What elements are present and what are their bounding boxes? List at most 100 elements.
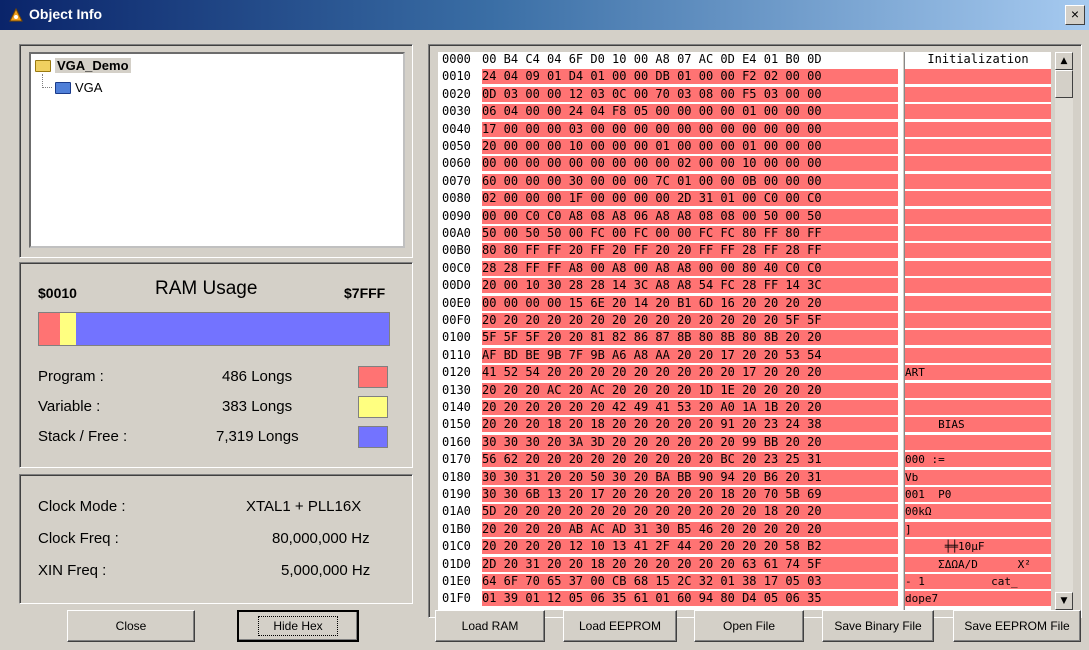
hex-bytes[interactable]: 30 30 6B 13 20 17 20 20 20 20 20 18 20 7… <box>482 487 898 502</box>
ascii-row <box>905 347 1051 363</box>
object-tree[interactable]: VGA_Demo VGA <box>29 52 405 248</box>
close-window-button[interactable]: × <box>1065 5 1085 25</box>
hex-bytes[interactable]: 0D 03 00 00 12 03 0C 00 70 03 08 00 F5 0… <box>482 86 898 102</box>
hex-address: 0020 <box>442 86 471 101</box>
ascii-row <box>905 156 1051 172</box>
save-binary-file-button[interactable]: Save Binary File <box>822 610 934 642</box>
hex-bytes[interactable]: 30 30 30 20 3A 3D 20 20 20 20 20 20 99 B… <box>482 434 898 450</box>
hex-bytes[interactable]: 20 00 00 00 10 00 00 00 01 00 00 00 01 0… <box>482 139 898 154</box>
app-icon <box>9 8 23 22</box>
ascii-row <box>905 191 1051 207</box>
hex-view[interactable]: 0000 00 B4 C4 04 6F D0 10 00 A8 07 AC 0D … <box>438 52 903 610</box>
hex-row: 0110 AF BD BE 9B 7F 9B A6 A8 AA 20 20 17 … <box>438 347 903 363</box>
free-color-swatch <box>358 426 388 448</box>
ascii-row <box>905 382 1051 398</box>
hex-bytes[interactable]: 60 00 00 00 30 00 00 00 7C 01 00 00 0B 0… <box>482 173 898 189</box>
hex-bytes[interactable]: 00 00 00 00 00 00 00 00 00 02 00 00 10 0… <box>482 156 898 172</box>
scroll-down-button[interactable]: ▼ <box>1055 592 1073 610</box>
hex-bytes[interactable]: 2D 20 31 20 20 18 20 20 20 20 20 20 63 6… <box>482 556 898 572</box>
xin-freq-label: XIN Freq : <box>38 562 107 579</box>
hex-address: 01E0 <box>442 574 471 588</box>
hex-bytes[interactable]: 00 00 C0 C0 A8 08 A8 06 A8 A8 08 08 00 5… <box>482 208 898 224</box>
free-label: Stack / Free : <box>38 428 128 445</box>
hex-row: 0060 00 00 00 00 00 00 00 00 00 02 00 00 … <box>438 156 903 172</box>
hex-bytes[interactable]: 00 00 00 00 15 6E 20 14 20 B1 6D 16 20 2… <box>482 295 898 311</box>
folder-icon <box>55 81 71 94</box>
hex-bytes[interactable]: 20 20 20 20 20 20 42 49 41 53 20 A0 1A 1… <box>482 400 898 415</box>
hex-bytes[interactable]: 20 00 10 30 28 28 14 3C A8 A8 54 FC 28 F… <box>482 278 898 294</box>
scroll-up-button[interactable]: ▲ <box>1055 52 1073 70</box>
hex-row: 0080 02 00 00 00 1F 00 00 00 00 2D 31 01 … <box>438 191 903 207</box>
hex-bytes[interactable]: 24 04 09 01 D4 01 00 00 DB 01 00 00 F2 0… <box>482 69 898 85</box>
hex-bytes[interactable]: 50 00 50 50 00 FC 00 FC 00 00 FC FC 80 F… <box>482 226 898 241</box>
clock-mode-label: Clock Mode : <box>38 498 126 515</box>
hex-bytes[interactable]: AF BD BE 9B 7F 9B A6 A8 AA 20 20 17 20 2… <box>482 347 898 363</box>
hex-address: 0130 <box>442 382 471 397</box>
ascii-row <box>905 278 1051 294</box>
hex-bytes[interactable]: 56 62 20 20 20 20 20 20 20 20 20 BC 20 2… <box>482 452 898 468</box>
save-binary-file-button-label: Save Binary File <box>834 619 922 633</box>
load-eeprom-button[interactable]: Load EEPROM <box>563 610 677 642</box>
ascii-row <box>905 69 1051 85</box>
hex-address: 0190 <box>442 487 471 501</box>
hex-bytes[interactable]: 64 6F 70 65 37 00 CB 68 15 2C 32 01 38 1… <box>482 574 898 589</box>
hex-bytes[interactable]: 20 20 20 18 20 18 20 20 20 20 20 91 20 2… <box>482 417 898 433</box>
hex-bytes[interactable]: 28 28 FF FF A8 00 A8 00 A8 A8 00 00 80 4… <box>482 260 898 276</box>
hex-address: 01A0 <box>442 504 471 519</box>
hex-address: 01C0 <box>442 539 471 554</box>
hex-row: 01C0 20 20 20 20 12 10 13 41 2F 44 20 20 … <box>438 539 903 555</box>
hex-row: 00B0 80 80 FF FF 20 FF 20 FF 20 20 FF FF … <box>438 243 903 259</box>
hex-bytes[interactable]: 5F 5F 5F 20 20 81 82 86 87 8B 80 8B 80 8… <box>482 330 898 346</box>
save-eeprom-file-button[interactable]: Save EEPROM File <box>953 610 1081 642</box>
hex-address: 0060 <box>442 156 471 171</box>
hex-address: 0180 <box>442 469 471 484</box>
hex-row: 0000 00 B4 C4 04 6F D0 10 00 A8 07 AC 0D … <box>438 52 903 67</box>
ascii-row: ] <box>905 521 1051 537</box>
hide-hex-button[interactable]: Hide Hex <box>237 610 359 642</box>
hex-row: 0010 24 04 09 01 D4 01 00 00 DB 01 00 00 … <box>438 69 903 85</box>
close-button[interactable]: Close <box>67 610 195 642</box>
ascii-row <box>905 139 1051 154</box>
hex-bytes[interactable]: 20 20 20 20 AB AC AD 31 30 B5 46 20 20 2… <box>482 521 898 537</box>
ascii-row <box>905 121 1051 137</box>
hex-address: 00B0 <box>442 243 471 258</box>
hex-bytes[interactable]: 80 80 FF FF 20 FF 20 FF 20 20 FF FF 28 F… <box>482 243 898 259</box>
tree-item-vga[interactable]: VGA <box>55 80 102 95</box>
clock-freq-label: Clock Freq : <box>38 530 119 547</box>
open-file-button[interactable]: Open File <box>694 610 804 642</box>
ascii-row: BIAS <box>905 417 1051 433</box>
ascii-row <box>905 434 1051 450</box>
hex-scrollbar[interactable]: ▲ ▼ <box>1055 52 1073 610</box>
hex-bytes[interactable]: 01 39 01 12 05 06 35 61 01 60 94 80 D4 0… <box>482 591 898 607</box>
ram-usage-title: RAM Usage <box>155 278 258 299</box>
hex-bytes[interactable]: 02 00 00 00 1F 00 00 00 00 2D 31 01 00 C… <box>482 191 898 207</box>
hex-row: 0100 5F 5F 5F 20 20 81 82 86 87 8B 80 8B … <box>438 330 903 346</box>
hex-row: 0130 20 20 20 AC 20 AC 20 20 20 20 1D 1E … <box>438 382 903 398</box>
hex-bytes[interactable]: 41 52 54 20 20 20 20 20 20 20 20 20 17 2… <box>482 365 898 381</box>
ascii-row <box>905 260 1051 276</box>
ascii-view[interactable]: Initialization ART BIAS 000 := Vb 001 P0 00k… <box>904 52 1051 610</box>
scroll-thumb[interactable] <box>1055 70 1073 98</box>
hex-bytes[interactable]: 5D 20 20 20 20 20 20 20 20 20 20 20 20 1… <box>482 504 898 520</box>
ascii-row <box>905 226 1051 241</box>
hex-address: 00A0 <box>442 226 471 240</box>
hide-hex-button-label: Hide Hex <box>258 616 338 636</box>
hex-bytes[interactable]: 30 30 31 20 20 50 30 20 BA BB 90 94 20 B… <box>482 469 898 485</box>
hex-address: 0030 <box>442 104 471 119</box>
hex-bytes[interactable]: 20 20 20 20 20 20 20 20 20 20 20 20 20 2… <box>482 313 898 328</box>
load-ram-button[interactable]: Load RAM <box>435 610 545 642</box>
folder-icon <box>35 59 51 72</box>
ascii-row: 001 P0 <box>905 487 1051 502</box>
ascii-row <box>905 86 1051 102</box>
ascii-row: 000 := <box>905 452 1051 468</box>
tree-item-root[interactable]: VGA_Demo <box>35 58 131 73</box>
hex-address: 0100 <box>442 330 471 345</box>
tree-item-root-label: VGA_Demo <box>55 58 131 73</box>
hex-bytes[interactable]: 06 04 00 00 24 04 F8 05 00 00 00 00 01 0… <box>482 104 898 120</box>
hex-bytes[interactable]: 17 00 00 00 03 00 00 00 00 00 00 00 00 0… <box>482 121 898 137</box>
hex-row: 0140 20 20 20 20 20 20 42 49 41 53 20 A0 … <box>438 400 903 415</box>
hex-bytes[interactable]: 20 20 20 AC 20 AC 20 20 20 20 1D 1E 20 2… <box>482 382 898 398</box>
hex-bytes[interactable]: 20 20 20 20 12 10 13 41 2F 44 20 20 20 2… <box>482 539 898 555</box>
hex-row: 01A0 5D 20 20 20 20 20 20 20 20 20 20 20 … <box>438 504 903 520</box>
hex-bytes[interactable]: 00 B4 C4 04 6F D0 10 00 A8 07 AC 0D E4 0… <box>482 52 898 67</box>
